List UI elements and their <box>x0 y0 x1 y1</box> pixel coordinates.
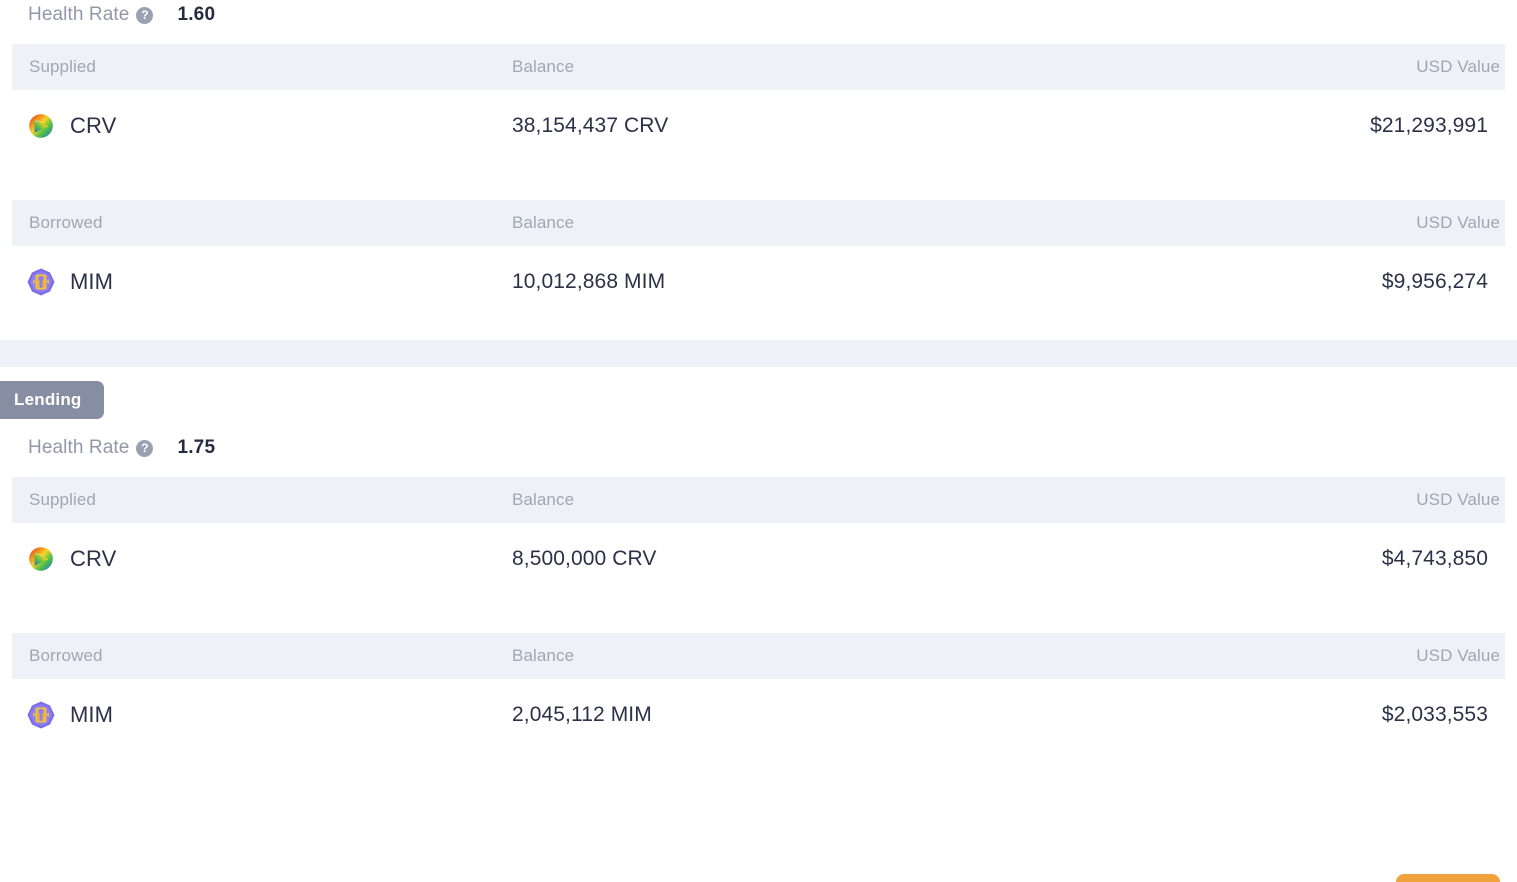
column-header-usd-value: USD Value <box>1352 646 1505 666</box>
section-separator-band <box>0 340 1517 367</box>
column-header-supplied: Supplied <box>12 490 512 510</box>
column-header-usd-value: USD Value <box>1352 490 1505 510</box>
supplied-table: Supplied Balance USD Value <box>0 44 1517 162</box>
table-row[interactable]: MIM 10,012,868 MIM $9,956,274 <box>0 246 1517 318</box>
asset-cell: MIM <box>12 700 512 730</box>
question-mark-icon[interactable]: ? <box>136 7 153 24</box>
orange-progress-indicator <box>1396 874 1500 882</box>
lending-positions-page: Health Rate ? 1.60 Supplied Balance USD … <box>0 0 1517 882</box>
asset-balance: 10,012,868 MIM <box>512 270 1352 294</box>
asset-balance: 2,045,112 MIM <box>512 703 1352 727</box>
spacer <box>0 463 1517 477</box>
asset-cell: CRV <box>12 544 512 574</box>
column-header-usd-value: USD Value <box>1352 57 1505 77</box>
crv-token-icon <box>26 544 56 574</box>
asset-symbol: CRV <box>70 113 116 139</box>
asset-balance: 38,154,437 CRV <box>512 114 1352 138</box>
column-header-balance: Balance <box>512 213 1352 233</box>
asset-balance: 8,500,000 CRV <box>512 547 1352 571</box>
asset-usd-value: $9,956,274 <box>1352 270 1505 294</box>
asset-cell: MIM <box>12 267 512 297</box>
table-row[interactable]: MIM 2,045,112 MIM $2,033,553 <box>0 679 1517 751</box>
column-header-borrowed: Borrowed <box>12 646 512 666</box>
borrowed-table: Borrowed Balance USD Value <box>0 633 1517 751</box>
borrowed-table: Borrowed Balance USD Value <box>0 200 1517 318</box>
asset-usd-value: $2,033,553 <box>1352 703 1505 727</box>
spacer <box>0 30 1517 44</box>
column-header-balance: Balance <box>512 490 1352 510</box>
asset-symbol: MIM <box>70 269 113 295</box>
spacer <box>0 162 1517 200</box>
supplied-table: Supplied Balance USD Value CRV 8,500,000… <box>0 477 1517 595</box>
asset-cell: CRV <box>12 111 512 141</box>
asset-usd-value: $21,293,991 <box>1352 114 1505 138</box>
table-row[interactable]: CRV 8,500,000 CRV $4,743,850 <box>0 523 1517 595</box>
mim-token-icon <box>26 700 56 730</box>
column-header-borrowed: Borrowed <box>12 213 512 233</box>
column-header-usd-value: USD Value <box>1352 213 1505 233</box>
lending-badge-wrap: Lending <box>0 367 1517 433</box>
borrowed-table-header: Borrowed Balance USD Value <box>12 633 1505 679</box>
asset-symbol: CRV <box>70 546 116 572</box>
supplied-table-header: Supplied Balance USD Value <box>12 44 1505 90</box>
question-mark-icon[interactable]: ? <box>136 440 153 457</box>
column-header-supplied: Supplied <box>12 57 512 77</box>
column-header-balance: Balance <box>512 57 1352 77</box>
table-row[interactable]: CRV 38,154,437 CRV $21,293,991 <box>0 90 1517 162</box>
crv-token-icon <box>26 111 56 141</box>
asset-symbol: MIM <box>70 702 113 728</box>
health-rate-value: 1.75 <box>177 437 215 459</box>
spacer <box>0 318 1517 340</box>
supplied-table-header: Supplied Balance USD Value <box>12 477 1505 523</box>
mim-token-icon <box>26 267 56 297</box>
lending-badge[interactable]: Lending <box>0 381 104 419</box>
asset-usd-value: $4,743,850 <box>1352 547 1505 571</box>
spacer <box>0 595 1517 633</box>
column-header-balance: Balance <box>512 646 1352 666</box>
health-rate-row: Health Rate ? 1.60 <box>0 0 1517 30</box>
health-rate-label: Health Rate <box>28 4 129 26</box>
borrowed-table-header: Borrowed Balance USD Value <box>12 200 1505 246</box>
health-rate-label: Health Rate <box>28 437 129 459</box>
health-rate-row: Health Rate ? 1.75 <box>0 433 1517 463</box>
health-rate-value: 1.60 <box>177 4 215 26</box>
